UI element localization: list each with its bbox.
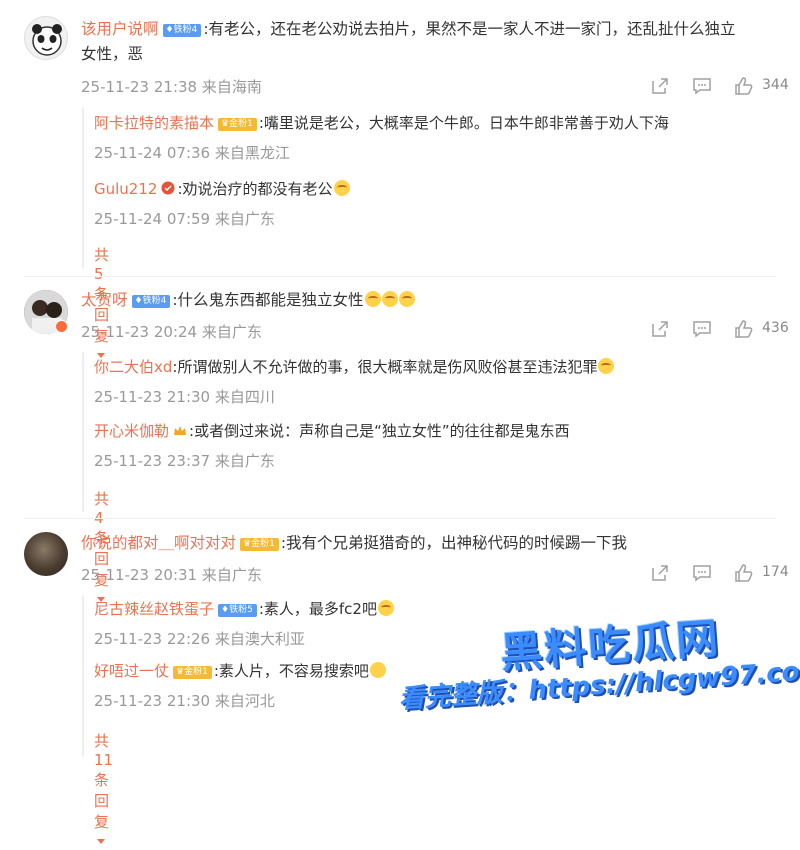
username[interactable]: 太贺呀 [81,291,128,309]
like-count: 436 [762,320,789,336]
like-icon[interactable] [734,563,754,583]
fan-level-badge: ♛金粉1 [240,538,279,551]
reply-text: Gulu212:劝说治疗的都没有老公 [94,178,744,200]
reply-2: 开心米伽勒:或者倒过来说：声称自己是“独立女性”的往往都是鬼东西 25-11-2… [94,420,744,472]
chevron-down-icon [97,839,105,844]
fan-level-badge: ♦铁粉5 [218,604,257,617]
like-count: 174 [762,564,789,580]
fan-level-badge: ♦铁粉4 [162,24,202,37]
comment-icon[interactable] [692,563,712,583]
reply-meta: 25-11-23 21:30 来自四川 [94,388,275,406]
divider [24,276,776,277]
comment-icon[interactable] [692,319,712,339]
comment-text: 太贺呀 ♦铁粉4:什么鬼东西都能是独立女性 [81,288,770,313]
reply-1: 你二大伯xd:所谓做别人不允许做的事，很大概率就是伤风败俗甚至违法犯罪 25-1… [94,356,744,408]
more-replies-link[interactable]: 共11条回复 [94,730,113,850]
comment-meta: 25-11-23 20:24 来自广东 [81,323,262,341]
reply-list: 阿卡拉特的素描本 ♛金粉1:嘴里说是老公，大概率是个牛郎。日本牛郎非常善于劝人下海… [82,108,669,358]
reply-username[interactable]: 尼古辣丝赵铁蛋子 [94,600,214,618]
avatar[interactable] [24,16,68,60]
reply-list: 尼古辣丝赵铁蛋子 ♦铁粉5:素人，最多fc2吧 25-11-23 22:26 来自… [82,596,394,844]
fan-level-badge: ♛金粉1 [173,666,212,679]
comment-text: 你说的都对＿啊对对对 ♛金粉1:我有个兄弟挺猎奇的，出神秘代码的时候踢一下我 [81,534,628,552]
crown-badge-icon [174,426,187,435]
reply-2: Gulu212:劝说治疗的都没有老公 25-11-24 07:59 来自广东 [94,178,744,230]
comment-meta: 25-11-23 21:38 来自海南 [81,78,262,96]
divider [24,518,776,519]
reply-username[interactable]: 阿卡拉特的素描本 [94,114,214,132]
panda-avatar-icon [32,24,62,56]
emoji-icon [364,291,381,307]
like-icon[interactable] [734,76,754,96]
reply-text: 阿卡拉特的素描本 ♛金粉1:嘴里说是老公，大概率是个牛郎。日本牛郎非常善于劝人下海 [94,114,669,132]
reply-1: 阿卡拉特的素描本 ♛金粉1:嘴里说是老公，大概率是个牛郎。日本牛郎非常善于劝人下海… [94,112,744,164]
username[interactable]: 该用户说啊 [81,20,159,38]
emoji-icon [377,600,394,616]
verified-badge-icon [55,320,68,333]
share-icon[interactable] [650,563,670,583]
reply-list: 你二大伯xd:所谓做别人不允许做的事，很大概率就是伤风败俗甚至违法犯罪 25-1… [82,352,615,602]
username[interactable]: 你说的都对＿啊对对对 [81,534,236,552]
like-icon[interactable] [734,319,754,339]
share-icon[interactable] [650,76,670,96]
reply-meta: 25-11-24 07:59 来自广东 [94,210,275,228]
reply-username[interactable]: 开心米伽勒 [94,422,169,440]
reply-username[interactable]: 你二大伯xd [94,358,172,376]
comment-icon[interactable] [692,76,712,96]
verified-badge-icon [161,181,175,195]
comment-actions: 436 [650,319,790,341]
share-icon[interactable] [650,319,670,339]
emoji-icon [381,291,398,307]
emoji-icon [598,358,615,374]
fan-level-badge: ♦铁粉4 [131,295,171,308]
emoji-icon [369,662,386,678]
reply-username[interactable]: Gulu212 [94,180,157,198]
comment-actions: 344 [650,76,790,98]
like-count: 344 [762,77,789,93]
fan-level-badge: ♛金粉1 [218,118,257,131]
emoji-icon [333,180,350,196]
reply-text: 开心米伽勒:或者倒过来说：声称自己是“独立女性”的往往都是鬼东西 [94,422,570,440]
avatar[interactable] [24,532,68,576]
reply-username[interactable]: 好唔过一仗 [94,662,169,680]
comment-meta: 25-11-23 20:31 来自广东 [81,566,262,584]
emoji-icon [398,291,415,307]
comment-text: 该用户说啊 ♦铁粉4:有老公，还在老公劝说去拍片，果然不是一家人不进一家门，还乱扯… [81,20,736,63]
reply-meta: 25-11-24 07:36 来自黑龙江 [94,144,290,162]
reply-meta: 25-11-23 23:37 来自广东 [94,452,275,470]
reply-text: 你二大伯xd:所谓做别人不允许做的事，很大概率就是伤风败俗甚至违法犯罪 [94,356,744,378]
comment-actions: 174 [650,563,790,585]
